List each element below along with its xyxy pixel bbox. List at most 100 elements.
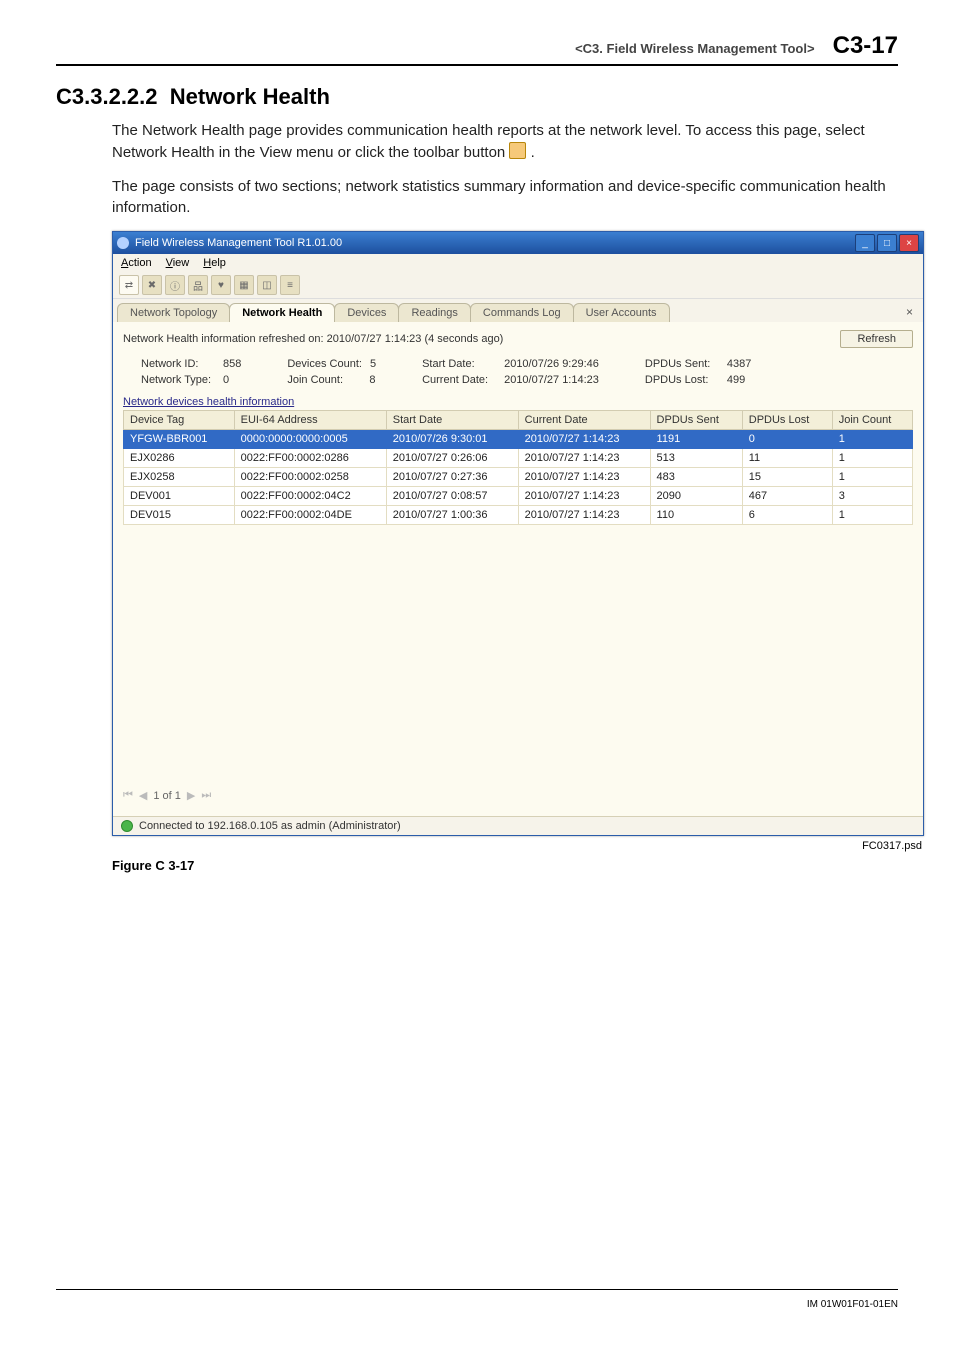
header-breadcrumb: <C3. Field Wireless Management Tool> xyxy=(575,41,814,56)
table-cell: 2010/07/27 1:14:23 xyxy=(518,468,650,487)
table-cell: 1191 xyxy=(650,430,742,449)
tab-close-icon[interactable]: × xyxy=(900,303,919,322)
menu-help[interactable]: Help xyxy=(203,257,226,269)
footer-docid: IM 01W01F01-01EN xyxy=(807,1299,898,1310)
header-page-number: C3-17 xyxy=(833,32,898,59)
table-cell: EJX0286 xyxy=(124,449,235,468)
table-cell: 2010/07/27 0:27:36 xyxy=(386,468,518,487)
statusbar: Connected to 192.168.0.105 as admin (Adm… xyxy=(113,816,923,835)
section-heading: C3.3.2.2.2 Network Health xyxy=(56,84,898,110)
col-device-tag[interactable]: Device Tag xyxy=(124,411,235,430)
toolbar-log-icon[interactable]: ≡ xyxy=(280,275,300,295)
window-title: Field Wireless Management Tool R1.01.00 xyxy=(135,237,342,249)
dpdus-lost-label: DPDUs Lost: xyxy=(645,374,719,386)
table-cell: EJX0258 xyxy=(124,468,235,487)
table-cell: 2010/07/27 1:14:23 xyxy=(518,430,650,449)
table-row[interactable]: EJX02580022:FF00:0002:02582010/07/27 0:2… xyxy=(124,468,913,487)
col-dpdus-sent[interactable]: DPDUs Sent xyxy=(650,411,742,430)
tab-network-topology[interactable]: Network Topology xyxy=(117,303,230,322)
table-row[interactable]: DEV0010022:FF00:0002:04C22010/07/27 0:08… xyxy=(124,487,913,506)
tab-commands-log[interactable]: Commands Log xyxy=(470,303,574,322)
tab-devices[interactable]: Devices xyxy=(334,303,399,322)
col-join-count[interactable]: Join Count xyxy=(832,411,912,430)
toolbar-devices-icon[interactable]: ▦ xyxy=(234,275,254,295)
table-cell: 0 xyxy=(742,430,832,449)
app-window: Field Wireless Management Tool R1.01.00 … xyxy=(112,231,924,836)
col-dpdus-lost[interactable]: DPDUs Lost xyxy=(742,411,832,430)
menu-view[interactable]: View xyxy=(166,257,190,269)
devices-count-value: 5 xyxy=(370,358,376,370)
dpdus-sent-label: DPDUs Sent: xyxy=(645,358,719,370)
paragraph-2: The page consists of two sections; netwo… xyxy=(112,176,898,220)
toolbar-disconnect-icon[interactable]: ✖ xyxy=(142,275,162,295)
table-cell: 2010/07/27 1:00:36 xyxy=(386,506,518,525)
close-button[interactable]: × xyxy=(899,234,919,252)
toolbar-info-icon[interactable]: ⓘ xyxy=(165,275,185,295)
table-cell: 15 xyxy=(742,468,832,487)
table-cell: 0022:FF00:0002:04DE xyxy=(234,506,386,525)
table-cell: 1 xyxy=(832,506,912,525)
table-cell: 0022:FF00:0002:04C2 xyxy=(234,487,386,506)
minimize-button[interactable]: _ xyxy=(855,234,875,252)
table-cell: 1 xyxy=(832,449,912,468)
join-count-label: Join Count: xyxy=(287,374,361,386)
network-id-label: Network ID: xyxy=(141,358,215,370)
table-cell: 483 xyxy=(650,468,742,487)
paragraph-1: The Network Health page provides communi… xyxy=(112,120,898,164)
join-count-value: 8 xyxy=(369,374,375,386)
table-cell: 0022:FF00:0002:0258 xyxy=(234,468,386,487)
toolbar-health-icon[interactable]: ♥ xyxy=(211,275,231,295)
table-cell: 2090 xyxy=(650,487,742,506)
table-cell: 2010/07/26 9:30:01 xyxy=(386,430,518,449)
current-date-value: 2010/07/27 1:14:23 xyxy=(504,374,599,386)
current-date-label: Current Date: xyxy=(422,374,496,386)
table-cell: 2010/07/27 0:26:06 xyxy=(386,449,518,468)
pager-next-icon[interactable]: ▶ xyxy=(187,789,195,802)
col-current-date[interactable]: Current Date xyxy=(518,411,650,430)
menu-action[interactable]: Action xyxy=(121,257,152,269)
table-row[interactable]: YFGW-BBR0010000:0000:0000:00052010/07/26… xyxy=(124,430,913,449)
app-icon xyxy=(117,237,129,249)
toolbar-topology-icon[interactable]: 品 xyxy=(188,275,208,295)
refresh-button[interactable]: Refresh xyxy=(840,330,913,348)
pager-prev-icon[interactable]: ◀ xyxy=(139,789,147,802)
table-cell: 2010/07/27 1:14:23 xyxy=(518,506,650,525)
pager-first-icon[interactable]: ⏮ xyxy=(123,789,133,802)
pager-last-icon[interactable]: ⏭ xyxy=(201,789,211,802)
start-date-label: Start Date: xyxy=(422,358,496,370)
page-header: <C3. Field Wireless Management Tool> C3-… xyxy=(56,32,898,66)
tab-readings[interactable]: Readings xyxy=(398,303,470,322)
maximize-button[interactable]: □ xyxy=(877,234,897,252)
pager: ⏮ ◀ 1 of 1 ▶ ⏭ xyxy=(123,785,913,806)
col-eui64[interactable]: EUI-64 Address xyxy=(234,411,386,430)
toolbar: ⇄ ✖ ⓘ 品 ♥ ▦ ◫ ≡ xyxy=(113,272,923,299)
table-cell: 2010/07/27 1:14:23 xyxy=(518,449,650,468)
network-id-value: 858 xyxy=(223,358,241,370)
pager-text: 1 of 1 xyxy=(153,790,181,802)
dpdus-lost-value: 499 xyxy=(727,374,745,386)
app-body: Network Health information refreshed on:… xyxy=(113,322,923,816)
table-row[interactable]: EJX02860022:FF00:0002:02862010/07/27 0:2… xyxy=(124,449,913,468)
titlebar: Field Wireless Management Tool R1.01.00 … xyxy=(113,232,923,254)
tab-user-accounts[interactable]: User Accounts xyxy=(573,303,670,322)
table-cell: 1 xyxy=(832,468,912,487)
toolbar-readings-icon[interactable]: ◫ xyxy=(257,275,277,295)
devices-health-link[interactable]: Network devices health information xyxy=(123,396,913,408)
summary-panel: Network ID:858 Network Type:0 Devices Co… xyxy=(141,358,913,386)
start-date-value: 2010/07/26 9:29:46 xyxy=(504,358,599,370)
network-type-label: Network Type: xyxy=(141,374,215,386)
toolbar-connect-icon[interactable]: ⇄ xyxy=(119,275,139,295)
table-cell: 11 xyxy=(742,449,832,468)
table-cell: 1 xyxy=(832,430,912,449)
table-row[interactable]: DEV0150022:FF00:0002:04DE2010/07/27 1:00… xyxy=(124,506,913,525)
network-health-icon xyxy=(509,142,526,159)
table-cell: 110 xyxy=(650,506,742,525)
table-cell: 2010/07/27 1:14:23 xyxy=(518,487,650,506)
col-start-date[interactable]: Start Date xyxy=(386,411,518,430)
table-cell: 513 xyxy=(650,449,742,468)
devices-count-label: Devices Count: xyxy=(287,358,362,370)
refresh-info-text: Network Health information refreshed on:… xyxy=(123,333,503,345)
table-cell: DEV001 xyxy=(124,487,235,506)
table-cell: 2010/07/27 0:08:57 xyxy=(386,487,518,506)
tab-network-health[interactable]: Network Health xyxy=(229,303,335,322)
